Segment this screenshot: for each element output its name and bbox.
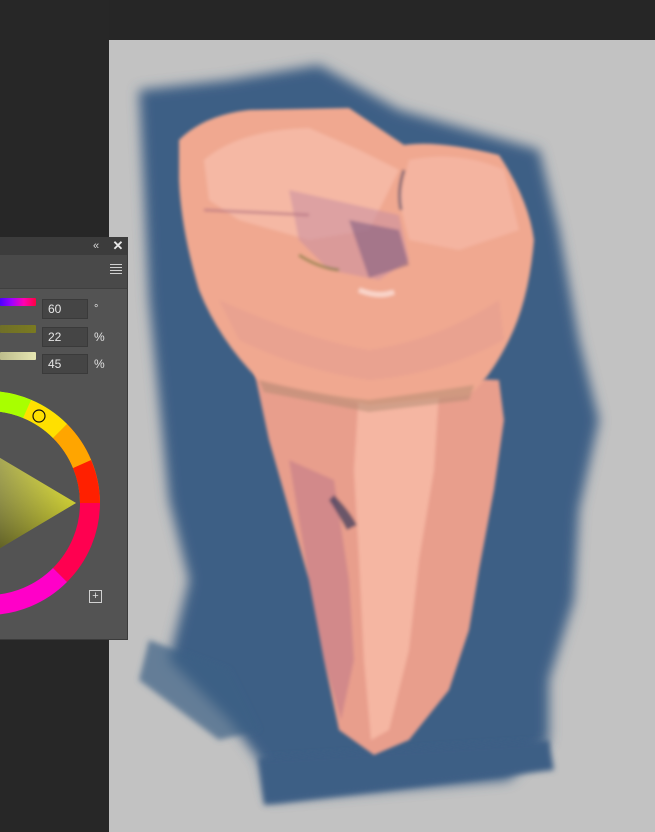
hue-input[interactable]: 60	[42, 299, 88, 319]
drawing-canvas[interactable]	[109, 40, 655, 832]
hue-slider[interactable]	[0, 298, 36, 306]
color-wheel-area[interactable]	[0, 367, 127, 617]
brightness-slider[interactable]	[0, 352, 36, 360]
panel-titlebar[interactable]	[0, 237, 127, 255]
add-swatch-icon[interactable]: +	[89, 590, 102, 603]
saturation-input[interactable]: 22	[42, 327, 88, 347]
panel-tabbar	[0, 255, 127, 289]
saturation-unit: %	[94, 330, 105, 344]
collapse-panel-icon[interactable]: «	[89, 238, 103, 254]
color-panel: « ✕ 60 ° 22 % 45 % +	[0, 237, 128, 640]
color-wheel[interactable]	[0, 367, 127, 617]
hue-unit: °	[94, 303, 99, 315]
close-panel-icon[interactable]: ✕	[110, 237, 126, 255]
panel-menu-icon[interactable]	[110, 264, 122, 274]
saturation-slider[interactable]	[0, 325, 36, 333]
tooth-painting	[139, 65, 599, 805]
